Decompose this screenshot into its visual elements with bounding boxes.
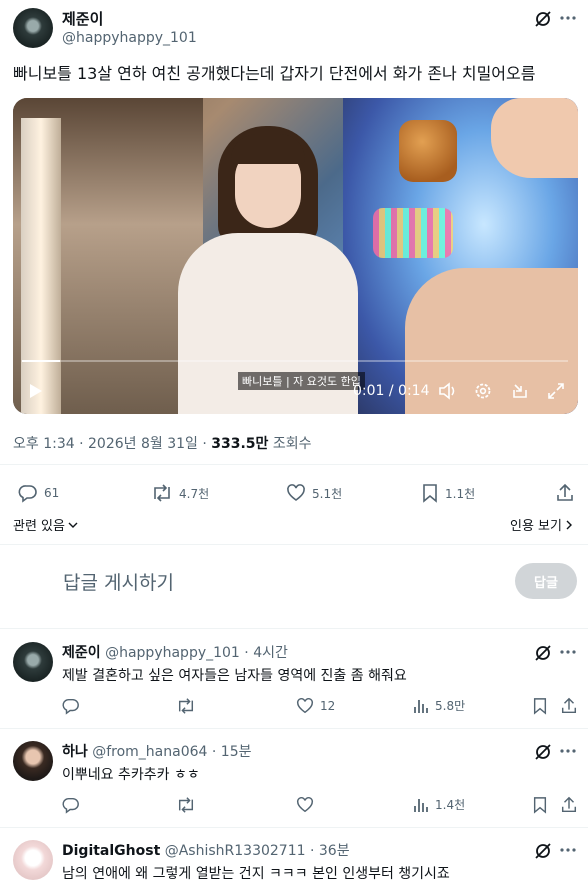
like-button[interactable]: 12 <box>296 697 335 715</box>
divider-composer-bottom <box>0 628 588 629</box>
play-icon[interactable] <box>29 383 43 399</box>
reply-avatar[interactable] <box>13 840 53 880</box>
post-meta: 오후 1:34 · 2026년 8월 31일 · 333.5만 조회수 <box>13 433 312 453</box>
share-icon[interactable] <box>560 796 578 814</box>
post-timestamp[interactable]: 오후 1:34 · 2026년 8월 31일 · <box>13 436 211 452</box>
views-button[interactable]: 1.4천 <box>413 796 465 813</box>
reply-button[interactable] <box>62 697 80 715</box>
repost-button[interactable] <box>176 697 196 715</box>
heart-icon <box>296 697 314 715</box>
video-scene-pillar <box>21 118 61 414</box>
heart-icon <box>296 796 314 814</box>
reply-time[interactable]: · 36분 <box>310 843 350 859</box>
author-handle[interactable]: @happyhappy_101 <box>62 30 197 46</box>
grok-icon[interactable] <box>534 743 552 761</box>
views-count: 1.4천 <box>435 798 466 812</box>
reply-button[interactable]: 61 <box>18 483 59 503</box>
divider-reply-2 <box>0 827 588 828</box>
quotes-label: 인용 보기 <box>510 519 562 534</box>
bookmark-count: 1.1천 <box>445 486 476 501</box>
like-button[interactable]: 5.1천 <box>286 483 342 503</box>
like-count: 5.1천 <box>312 486 343 501</box>
divider-meta <box>0 464 588 465</box>
reply-handle[interactable]: @from_hana064 <box>92 744 207 760</box>
repost-icon <box>151 483 173 503</box>
reply-icon <box>62 697 80 715</box>
reply-handle[interactable]: @happyhappy_101 <box>105 645 240 661</box>
video-person-bangs <box>231 134 305 164</box>
chevron-down-icon <box>68 521 78 529</box>
video-progress-track[interactable] <box>22 360 568 362</box>
like-count: 12 <box>320 699 336 713</box>
reply-author-name[interactable]: 제준이 <box>62 645 101 661</box>
divider-composer-top <box>0 544 588 545</box>
bookmark-button[interactable]: 1.1천 <box>421 483 475 503</box>
repost-count: 4.7천 <box>179 486 210 501</box>
video-subtitle: 빠니보틀 | 자 요것도 한입 <box>238 372 365 390</box>
reply-author-name[interactable]: DigitalGhost <box>62 843 160 859</box>
divider-reply-1 <box>0 728 588 729</box>
fullscreen-icon[interactable] <box>547 382 565 400</box>
related-toggle[interactable]: 관련 있음 <box>13 515 78 534</box>
video-time: 0:01 / 0:14 <box>353 383 430 399</box>
bookmark-icon[interactable] <box>532 697 548 715</box>
views-button[interactable]: 5.8만 <box>413 697 465 714</box>
bookmark-icon[interactable] <box>532 796 548 814</box>
repost-button[interactable] <box>176 796 196 814</box>
repost-icon <box>176 697 196 715</box>
grok-icon[interactable] <box>534 842 552 860</box>
video-progress-fill <box>22 360 61 362</box>
author-avatar[interactable] <box>13 8 53 48</box>
post-text: 빠니보틀 13살 연하 여친 공개했다는데 갑자기 단전에서 화가 존나 치밀어… <box>13 64 536 83</box>
chevron-right-icon <box>565 520 573 530</box>
bookmark-icon <box>421 483 439 503</box>
reply-icon <box>62 796 80 814</box>
popout-icon[interactable] <box>511 382 529 400</box>
repost-button[interactable]: 4.7천 <box>151 483 209 503</box>
video-food <box>399 120 457 182</box>
related-label: 관련 있음 <box>13 519 65 534</box>
share-icon[interactable] <box>560 697 578 715</box>
reply-avatar[interactable] <box>13 741 53 781</box>
video-scene-neon <box>373 208 453 258</box>
reply-time[interactable]: · 15분 <box>212 744 252 760</box>
reply-button[interactable] <box>62 796 80 814</box>
reply-time[interactable]: · 4시간 <box>244 645 288 661</box>
more-icon[interactable] <box>560 848 576 852</box>
reply-input[interactable]: 답글 게시하기 <box>63 568 483 595</box>
author-name[interactable]: 제준이 <box>62 8 103 29</box>
quotes-link[interactable]: 인용 보기 <box>510 515 573 534</box>
reply-header: 하나 @from_hana064 · 15분 <box>62 741 252 761</box>
like-button[interactable] <box>296 796 320 814</box>
views-icon <box>413 797 429 813</box>
reply-author-name[interactable]: 하나 <box>62 744 88 760</box>
volume-icon[interactable] <box>438 382 458 400</box>
more-icon[interactable] <box>560 650 576 654</box>
reply-text: 이뿌네요 추카추카 ㅎㅎ <box>62 767 200 783</box>
repost-icon <box>176 796 196 814</box>
video-hand-top <box>491 98 578 178</box>
reply-icon <box>18 483 38 503</box>
reply-count: 61 <box>44 486 60 500</box>
reply-text: 제발 결혼하고 싶은 여자들은 남자들 영역에 진출 좀 해줘요 <box>62 668 407 684</box>
heart-icon <box>286 483 306 503</box>
reply-submit-button[interactable]: 답글 <box>515 563 577 599</box>
grok-icon[interactable] <box>534 644 552 662</box>
post-views-label: 조회수 <box>268 436 312 452</box>
reply-header: 제준이 @happyhappy_101 · 4시간 <box>62 642 288 662</box>
grok-icon[interactable] <box>534 10 552 28</box>
share-icon[interactable] <box>555 483 575 503</box>
reply-text: 남의 연애에 왜 그렇게 열받는 건지 ㅋㅋㅋ 본인 인생부터 챙기시죠 <box>62 866 450 882</box>
reply-handle[interactable]: @AshishR13302711 <box>165 843 306 859</box>
more-icon[interactable] <box>560 16 576 20</box>
post-views: 333.5만 <box>211 436 269 452</box>
video-player[interactable]: 빠니보틀 | 자 요것도 한입 0:01 / 0:14 <box>13 98 578 414</box>
reply-avatar[interactable] <box>13 642 53 682</box>
views-count: 5.8만 <box>435 699 466 713</box>
views-icon <box>413 698 429 714</box>
settings-icon[interactable] <box>474 382 492 400</box>
reply-header: DigitalGhost @AshishR13302711 · 36분 <box>62 840 350 860</box>
more-icon[interactable] <box>560 749 576 753</box>
